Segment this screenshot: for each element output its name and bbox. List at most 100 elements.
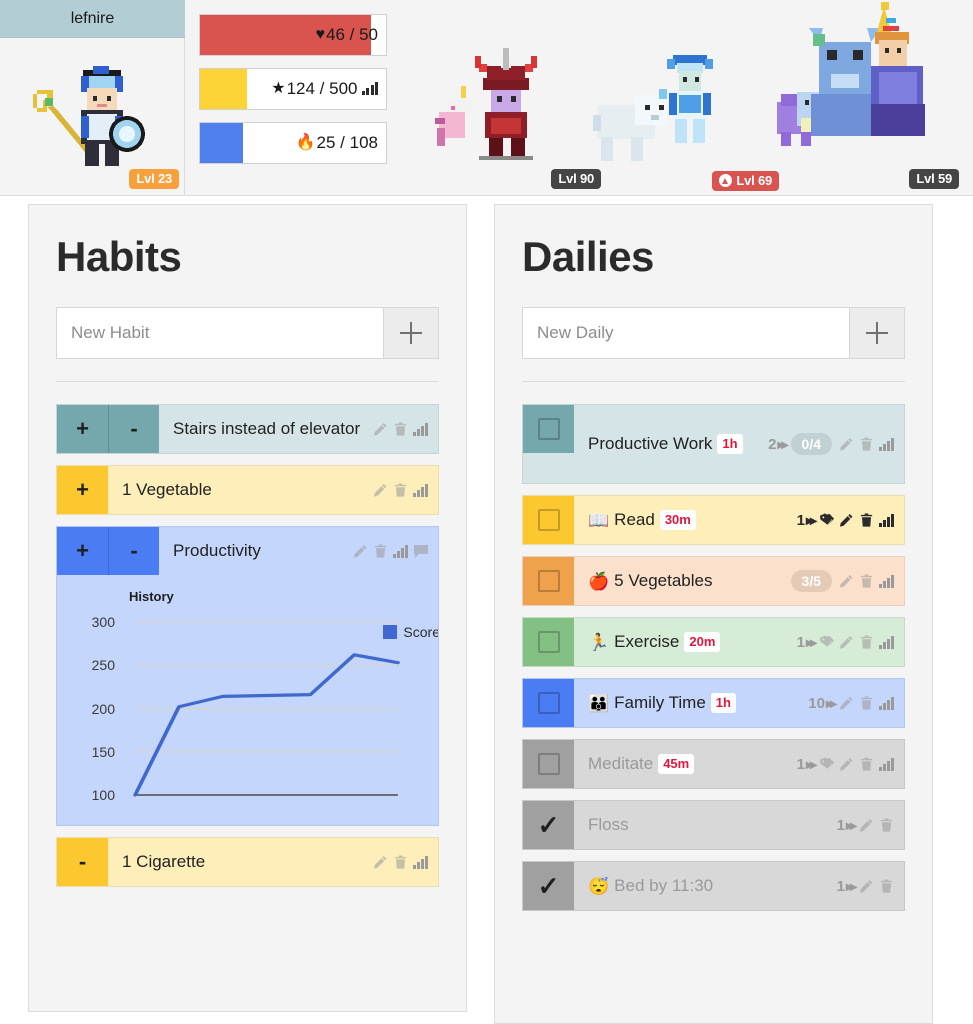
party-member-1[interactable]: Lvl 90 bbox=[417, 34, 601, 189]
daily-checkbox-cell[interactable] bbox=[523, 740, 574, 788]
trash-icon[interactable] bbox=[393, 854, 408, 870]
pencil-icon[interactable] bbox=[373, 421, 388, 437]
daily-title: Productive Work 1h bbox=[588, 433, 762, 455]
daily-emoji-icon: 👪 bbox=[588, 693, 610, 713]
chat-icon[interactable] bbox=[413, 543, 428, 559]
habit-decrement-button[interactable]: - bbox=[108, 405, 159, 453]
daily-row[interactable]: Meditate 45m 1 ▸▸ bbox=[522, 739, 905, 789]
party-member-2[interactable]: Lvl 69 bbox=[587, 33, 779, 191]
trash-icon[interactable] bbox=[859, 512, 874, 528]
daily-checkbox-cell[interactable] bbox=[523, 496, 574, 544]
experience-bar[interactable]: ★ 124 / 500 bbox=[199, 68, 387, 110]
party-member-3[interactable]: Lvl 59 bbox=[767, 0, 959, 189]
daily-time-tag: 30m bbox=[659, 509, 696, 531]
daily-title: 👪 Family Time 1h bbox=[588, 692, 802, 714]
daily-checkbox-cell[interactable] bbox=[523, 557, 574, 605]
daily-checkbox-checked[interactable]: ✓ bbox=[538, 873, 560, 899]
pencil-icon[interactable] bbox=[839, 634, 854, 650]
pencil-icon[interactable] bbox=[373, 482, 388, 498]
dailies-title: Dailies bbox=[522, 233, 654, 280]
habit-decrement-button[interactable]: - bbox=[57, 838, 108, 886]
pencil-icon[interactable] bbox=[373, 854, 388, 870]
daily-checkbox[interactable] bbox=[537, 631, 560, 653]
daily-checkbox-cell[interactable]: ✓ bbox=[523, 801, 574, 849]
daily-row[interactable]: ✓ Floss 1 ▸▸ bbox=[522, 800, 905, 850]
daily-checkbox-cell[interactable] bbox=[523, 618, 574, 666]
chart-icon[interactable] bbox=[413, 855, 428, 869]
habit-row[interactable]: +1 Vegetable bbox=[56, 465, 439, 515]
pencil-icon[interactable] bbox=[839, 756, 854, 772]
daily-title: Meditate 45m bbox=[588, 753, 791, 775]
add-habit-button[interactable] bbox=[383, 307, 439, 359]
trash-icon[interactable] bbox=[859, 695, 874, 711]
daily-row[interactable]: Productive Work 1h 2 ▸▸ 0/4 bbox=[522, 404, 905, 484]
daily-checkbox-checked[interactable]: ✓ bbox=[538, 812, 560, 838]
daily-checkbox[interactable] bbox=[537, 509, 560, 531]
experience-chart-icon[interactable] bbox=[361, 82, 378, 95]
pencil-icon[interactable] bbox=[839, 436, 854, 452]
habit-increment-button[interactable]: + bbox=[57, 527, 108, 575]
trash-icon[interactable] bbox=[859, 634, 874, 650]
chart-icon[interactable] bbox=[413, 422, 428, 436]
pencil-icon[interactable] bbox=[353, 543, 368, 559]
pencil-icon[interactable] bbox=[839, 573, 854, 589]
trash-icon[interactable] bbox=[879, 878, 894, 894]
chart-icon[interactable] bbox=[879, 574, 894, 588]
tag-icon[interactable] bbox=[819, 756, 835, 772]
daily-row[interactable]: 👪 Family Time 1h 10 ▸▸ bbox=[522, 678, 905, 728]
chart-icon[interactable] bbox=[393, 544, 408, 558]
trash-icon[interactable] bbox=[859, 436, 874, 452]
health-bar[interactable]: ♥ 46 / 50 bbox=[199, 14, 387, 56]
daily-checkbox[interactable] bbox=[537, 418, 560, 440]
daily-title-text: Read bbox=[614, 509, 655, 529]
new-daily-input[interactable] bbox=[522, 307, 849, 359]
daily-row[interactable]: 🍎 5 Vegetables 3/5 bbox=[522, 556, 905, 606]
mana-bar[interactable]: 🔥 25 / 108 bbox=[199, 122, 387, 164]
daily-checkbox[interactable] bbox=[537, 570, 560, 592]
habit-increment-button[interactable]: + bbox=[57, 466, 108, 514]
chart-icon[interactable] bbox=[879, 696, 894, 710]
tag-icon[interactable] bbox=[819, 512, 835, 528]
habit-decrement-button[interactable]: - bbox=[108, 527, 159, 575]
daily-row[interactable]: ✓ 😴 Bed by 11:30 1 ▸▸ bbox=[522, 861, 905, 911]
daily-checkbox-cell[interactable]: ✓ bbox=[523, 862, 574, 910]
pencil-icon[interactable] bbox=[859, 817, 874, 833]
chart-icon[interactable] bbox=[879, 513, 894, 527]
new-habit-input[interactable] bbox=[56, 307, 383, 359]
daily-actions: 1 ▸▸ bbox=[797, 756, 894, 773]
trash-icon[interactable] bbox=[859, 573, 874, 589]
habit-row[interactable]: + - Productivity History 100 150 200 250 300 Scor… bbox=[56, 526, 439, 826]
daily-row[interactable]: 📖 Read 30m 1 ▸▸ bbox=[522, 495, 905, 545]
new-daily-row bbox=[522, 307, 905, 359]
chart-icon[interactable] bbox=[879, 757, 894, 771]
trash-icon[interactable] bbox=[393, 421, 408, 437]
trash-icon[interactable] bbox=[373, 543, 388, 559]
pencil-icon[interactable] bbox=[839, 695, 854, 711]
daily-title: 📖 Read 30m bbox=[588, 509, 791, 531]
daily-checkbox[interactable] bbox=[537, 753, 560, 775]
pencil-icon[interactable] bbox=[859, 878, 874, 894]
trash-icon[interactable] bbox=[879, 817, 894, 833]
habit-row[interactable]: -1 Cigarette bbox=[56, 837, 439, 887]
daily-checkbox-cell[interactable] bbox=[523, 405, 574, 453]
habit-increment-button[interactable]: + bbox=[57, 405, 108, 453]
daily-row[interactable]: 🏃 Exercise 20m 1 ▸▸ bbox=[522, 617, 905, 667]
add-daily-button[interactable] bbox=[849, 307, 905, 359]
pencil-icon[interactable] bbox=[839, 512, 854, 528]
flame-icon: 🔥 bbox=[295, 134, 316, 151]
chart-icon[interactable] bbox=[879, 437, 894, 451]
habit-controls: + - bbox=[57, 405, 159, 453]
habit-body: Productivity bbox=[159, 527, 438, 575]
trash-icon[interactable] bbox=[393, 482, 408, 498]
double-arrow-icon: ▸▸ bbox=[845, 816, 857, 833]
daily-title-text: Exercise bbox=[614, 631, 680, 651]
daily-checkbox-cell[interactable] bbox=[523, 679, 574, 727]
daily-checkbox[interactable] bbox=[537, 692, 560, 714]
user-avatar[interactable]: Lvl 23 bbox=[0, 38, 185, 195]
habit-row[interactable]: + - Stairs instead of elevator bbox=[56, 404, 439, 454]
chart-icon[interactable] bbox=[413, 483, 428, 497]
chart-icon[interactable] bbox=[879, 635, 894, 649]
daily-streak-counter: 10 ▸▸ bbox=[808, 694, 837, 712]
tag-icon[interactable] bbox=[819, 634, 835, 650]
trash-icon[interactable] bbox=[859, 756, 874, 772]
